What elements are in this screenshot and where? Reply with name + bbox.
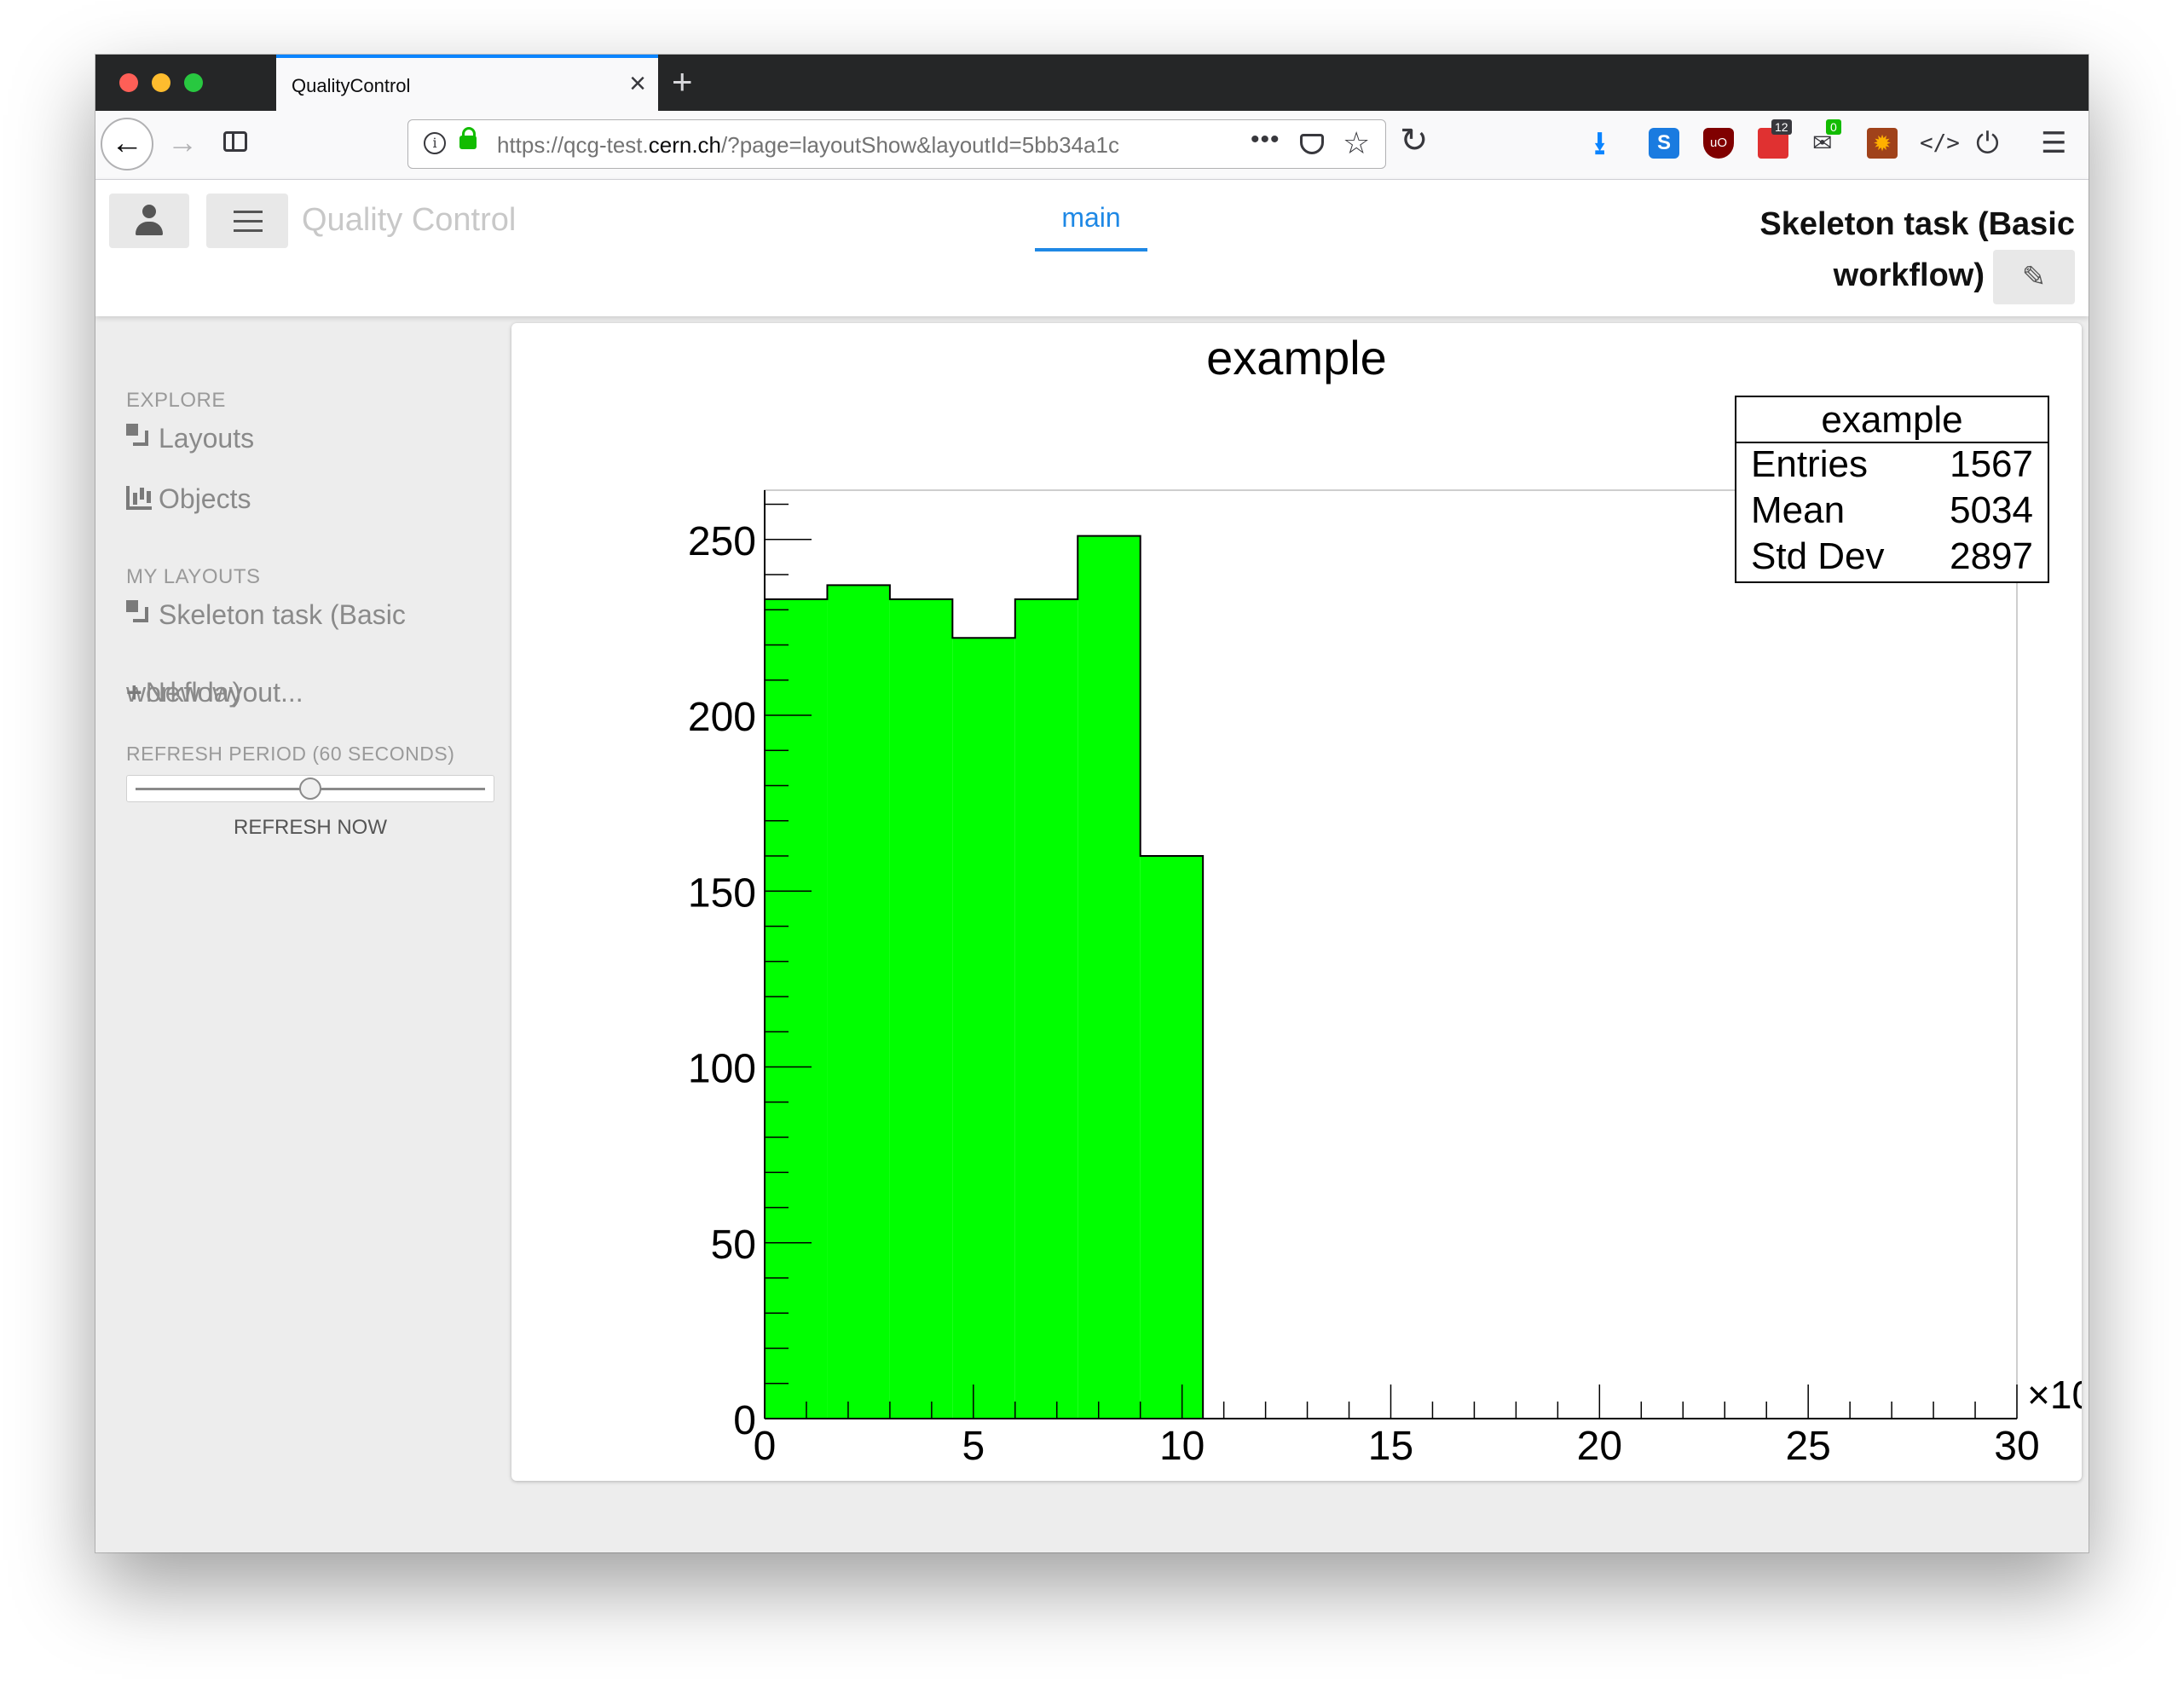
y-tick-label: 50 xyxy=(711,1223,756,1268)
tab-main[interactable]: main xyxy=(1035,202,1147,234)
histogram-bin xyxy=(889,598,953,1419)
extension-s-icon[interactable]: S xyxy=(1649,128,1679,159)
y-tick-label: 200 xyxy=(688,695,756,740)
hamburger-icon xyxy=(234,211,263,233)
sidebar-toggle-icon[interactable] xyxy=(223,131,247,152)
y-tick-label: 100 xyxy=(688,1047,756,1092)
user-icon-body xyxy=(136,222,163,235)
bar-chart-icon xyxy=(126,486,152,510)
reload-icon[interactable]: ↻ xyxy=(1400,121,1429,160)
histogram-bars xyxy=(764,535,1205,1419)
refresh-now-button[interactable]: REFRESH NOW xyxy=(126,816,494,840)
histogram-bin xyxy=(765,598,828,1419)
stats-label: Mean xyxy=(1751,489,1845,531)
stats-value: 1567 xyxy=(1950,443,2033,485)
pencil-icon: ✎ xyxy=(2021,261,2047,293)
back-button[interactable]: ← xyxy=(101,118,153,171)
forward-button[interactable]: → xyxy=(167,124,198,160)
minimize-window-button[interactable] xyxy=(152,73,170,92)
sidebar-item-label: Layouts xyxy=(159,423,255,454)
layouts-icon xyxy=(126,424,152,449)
sidebar-item-skeleton-task[interactable]: Skeleton task (Basic xyxy=(126,599,406,631)
histogram-bin xyxy=(952,638,1015,1419)
user-icon xyxy=(142,205,156,218)
x-tick-label: 5 xyxy=(962,1424,985,1469)
histogram-bin xyxy=(1078,535,1141,1419)
plot-card: 050100150200250051015202530×103example e… xyxy=(511,323,2082,1481)
close-window-button[interactable] xyxy=(119,73,138,92)
browser-window: QualityControl × + ← → i https://qcg-tes… xyxy=(95,55,2089,1552)
layout-icon xyxy=(126,600,152,626)
new-layout-button[interactable]: + New layout... xyxy=(126,677,303,708)
edit-layout-button[interactable]: ✎ xyxy=(1993,250,2075,304)
app-title: Quality Control xyxy=(302,202,517,238)
zoom-window-button[interactable] xyxy=(184,73,203,92)
histogram-bin xyxy=(1140,856,1204,1419)
refresh-period-slider[interactable] xyxy=(126,775,494,802)
stats-title: example xyxy=(1821,399,1962,441)
sidebar-section-explore: EXPLORE xyxy=(126,389,226,412)
x-axis-multiplier: ×10 xyxy=(2027,1373,2082,1417)
x-tick-label: 25 xyxy=(1785,1424,1830,1469)
user-button[interactable] xyxy=(109,194,189,248)
x-tick-label: 15 xyxy=(1368,1424,1413,1469)
hamburger-menu-icon[interactable]: ☰ xyxy=(2041,128,2071,159)
histogram-chart[interactable]: 050100150200250051015202530×103example e… xyxy=(511,323,2082,1481)
new-layout-label: New layout... xyxy=(145,677,303,708)
navigation-toolbar: ← → i https://qcg-test.cern.ch/?page=lay… xyxy=(95,111,2089,180)
lock-icon[interactable] xyxy=(459,127,477,149)
y-tick-label: 250 xyxy=(688,519,756,564)
sidebar-item-layouts[interactable]: Layouts xyxy=(126,423,254,454)
app-header: Quality Control main Skeleton task (Basi… xyxy=(95,180,2089,316)
menu-toggle-button[interactable] xyxy=(206,194,288,248)
layout-title-line1: Skeleton task (Basic xyxy=(1759,206,2075,242)
histogram-bin xyxy=(1014,598,1078,1419)
stats-value: 2897 xyxy=(1950,535,2033,577)
address-bar[interactable]: i https://qcg-test.cern.ch/?page=layoutS… xyxy=(407,119,1386,169)
url-domain: cern.ch xyxy=(648,132,722,158)
download-icon[interactable]: ⭳ xyxy=(1594,119,1625,162)
sidebar-item-label: Skeleton task (Basic xyxy=(159,599,406,630)
devtools-code-icon[interactable]: </> xyxy=(1920,128,1960,159)
refresh-period-label: REFRESH PERIOD (60 SECONDS) xyxy=(126,743,455,765)
x-tick-label: 20 xyxy=(1577,1424,1622,1469)
calendar-badge: 12 xyxy=(1771,119,1792,135)
active-tab-underline xyxy=(1035,248,1147,251)
url-host: https://qcg-test. xyxy=(497,132,649,158)
tab-title: QualityControl xyxy=(292,75,411,96)
sidebar-item-objects[interactable]: Objects xyxy=(126,483,251,515)
url-text[interactable]: https://qcg-test.cern.ch/?page=layoutSho… xyxy=(497,132,1179,159)
mail-badge: 0 xyxy=(1826,119,1841,135)
power-icon[interactable]: ⏻ xyxy=(1976,128,2007,159)
histogram-bin xyxy=(827,585,890,1419)
plus-icon: + xyxy=(126,677,142,708)
tab-close-icon[interactable]: × xyxy=(629,66,646,101)
sidebar-item-label: Objects xyxy=(159,483,251,514)
x-tick-label: 10 xyxy=(1159,1424,1205,1469)
x-tick-label: 30 xyxy=(1994,1424,2039,1469)
stats-box: exampleEntries 1567 Mean 5034 Std Dev 2897 xyxy=(1735,396,2049,583)
url-path: /?page=layoutShow&layoutId=5bb34a1c xyxy=(721,132,1119,158)
x-tick-label: 0 xyxy=(754,1424,777,1469)
sidebar-section-my-layouts: MY LAYOUTS xyxy=(126,565,261,588)
stats-value: 5034 xyxy=(1950,489,2033,531)
slider-thumb[interactable] xyxy=(299,778,321,800)
sidebar: EXPLORE Layouts Objects MY LAYOUTS Skele… xyxy=(95,321,505,1552)
stats-label: Std Dev xyxy=(1751,535,1885,577)
bookmark-star-icon[interactable]: ☆ xyxy=(1343,125,1370,161)
chart-title: example xyxy=(1206,331,1387,384)
page-actions-icon[interactable]: ••• xyxy=(1251,125,1280,154)
info-icon[interactable]: i xyxy=(424,132,446,154)
ublock-shield-icon[interactable]: uO xyxy=(1703,128,1734,159)
y-tick-label: 150 xyxy=(688,870,756,916)
new-tab-button[interactable]: + xyxy=(672,61,693,102)
gear-extension-icon[interactable]: ✹ xyxy=(1867,128,1898,159)
tab-strip: QualityControl × + xyxy=(95,55,2089,111)
stats-label: Entries xyxy=(1751,443,1868,485)
browser-tab-qualitycontrol[interactable]: QualityControl × xyxy=(276,55,658,111)
pocket-icon[interactable] xyxy=(1300,134,1324,154)
